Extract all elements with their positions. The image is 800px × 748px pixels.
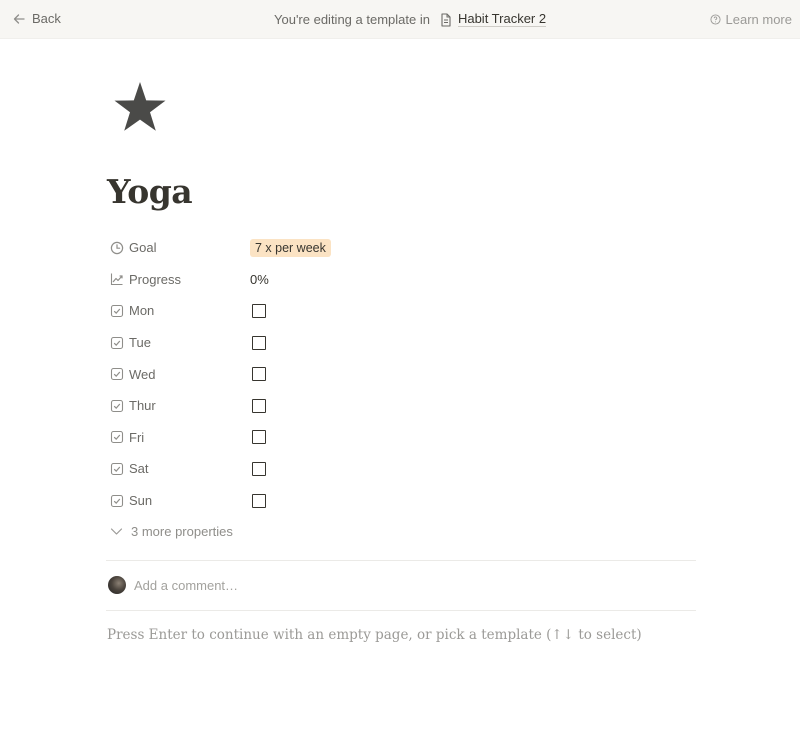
wed-checkbox[interactable] xyxy=(252,367,266,382)
property-row-wed: Wed xyxy=(106,358,696,390)
property-label: Mon xyxy=(129,303,155,319)
learn-more-label: Learn more xyxy=(725,12,792,27)
property-name-sun[interactable]: Sun xyxy=(106,487,246,515)
avatar xyxy=(108,576,126,594)
property-row-goal: Goal 7 x per week xyxy=(106,232,696,264)
checkbox-icon xyxy=(110,336,124,349)
page-icon xyxy=(441,12,451,27)
checkbox-icon xyxy=(110,431,124,444)
property-name-fri[interactable]: Fri xyxy=(106,423,246,451)
back-label: Back xyxy=(32,11,61,26)
divider xyxy=(106,610,696,611)
database-link[interactable]: Habit Tracker 2 xyxy=(440,11,547,27)
checkbox-icon xyxy=(110,304,124,318)
star-icon xyxy=(114,82,166,131)
property-row-thur: Thur xyxy=(106,390,696,422)
thur-checkbox[interactable] xyxy=(252,398,266,413)
divider xyxy=(106,560,696,561)
editing-text: You're editing a template in xyxy=(274,12,430,27)
property-label: Wed xyxy=(129,366,156,382)
property-label: Sat xyxy=(129,461,149,477)
fri-checkbox[interactable] xyxy=(252,430,266,445)
property-label: Progress xyxy=(129,271,182,287)
question-circle-icon xyxy=(709,14,721,25)
chevron-down-icon xyxy=(110,528,123,535)
property-name-wed[interactable]: Wed xyxy=(106,360,246,388)
tue-value xyxy=(250,329,266,357)
mon-checkbox[interactable] xyxy=(252,303,266,318)
goal-value[interactable]: 7 x per week xyxy=(250,234,331,262)
property-name-thur[interactable]: Thur xyxy=(106,392,246,420)
database-name: Habit Tracker 2 xyxy=(457,11,547,27)
sun-checkbox[interactable] xyxy=(252,493,266,508)
checkbox-icon xyxy=(110,494,124,507)
property-row-tue: Tue xyxy=(106,327,696,359)
property-label: Goal xyxy=(129,240,157,256)
learn-more-link[interactable]: Learn more xyxy=(709,12,792,27)
property-label: Tue xyxy=(129,335,151,351)
editing-context: You're editing a template in Habit Track… xyxy=(274,11,547,27)
empty-page-hint[interactable]: Press Enter to continue with an empty pa… xyxy=(107,627,642,643)
goal-tag: 7 x per week xyxy=(250,238,331,257)
trend-icon xyxy=(110,273,123,286)
checkbox-icon xyxy=(110,399,124,412)
property-label: Fri xyxy=(129,429,145,445)
arrow-left-icon xyxy=(13,13,25,24)
property-label: Thur xyxy=(129,398,156,414)
more-properties-label: 3 more properties xyxy=(131,524,233,539)
property-name-progress[interactable]: Progress xyxy=(106,265,246,293)
clock-icon xyxy=(110,241,124,254)
property-name-sat[interactable]: Sat xyxy=(106,455,246,483)
page-icon-button[interactable] xyxy=(112,80,168,136)
sun-value xyxy=(250,487,266,515)
property-name-tue[interactable]: Tue xyxy=(106,329,246,357)
property-label: Sun xyxy=(129,493,153,509)
thur-value xyxy=(250,392,266,420)
back-button[interactable]: Back xyxy=(12,11,61,26)
progress-value[interactable]: 0% xyxy=(250,265,269,293)
comment-row: Add a comment… xyxy=(108,576,238,594)
property-name-goal[interactable]: Goal xyxy=(106,234,246,262)
property-row-fri: Fri xyxy=(106,422,696,454)
sat-value xyxy=(250,455,266,483)
tue-checkbox[interactable] xyxy=(252,335,266,350)
comment-input[interactable]: Add a comment… xyxy=(134,578,238,593)
properties-list: Goal 7 x per week Progress 0% Mon Tue We… xyxy=(106,232,696,516)
page-title[interactable]: Yoga xyxy=(107,172,193,211)
property-row-mon: Mon xyxy=(106,295,696,327)
template-editing-banner: Back You're editing a template in Habit … xyxy=(0,0,800,39)
sat-checkbox[interactable] xyxy=(252,461,266,476)
property-name-mon[interactable]: Mon xyxy=(106,297,246,325)
wed-value xyxy=(250,360,266,388)
more-properties-toggle[interactable]: 3 more properties xyxy=(110,524,233,539)
property-row-progress: Progress 0% xyxy=(106,264,696,296)
fri-value xyxy=(250,423,266,451)
mon-value xyxy=(250,297,266,325)
checkbox-icon xyxy=(110,462,124,476)
property-row-sun: Sun xyxy=(106,485,696,517)
property-row-sat: Sat xyxy=(106,453,696,485)
checkbox-icon xyxy=(110,368,124,381)
